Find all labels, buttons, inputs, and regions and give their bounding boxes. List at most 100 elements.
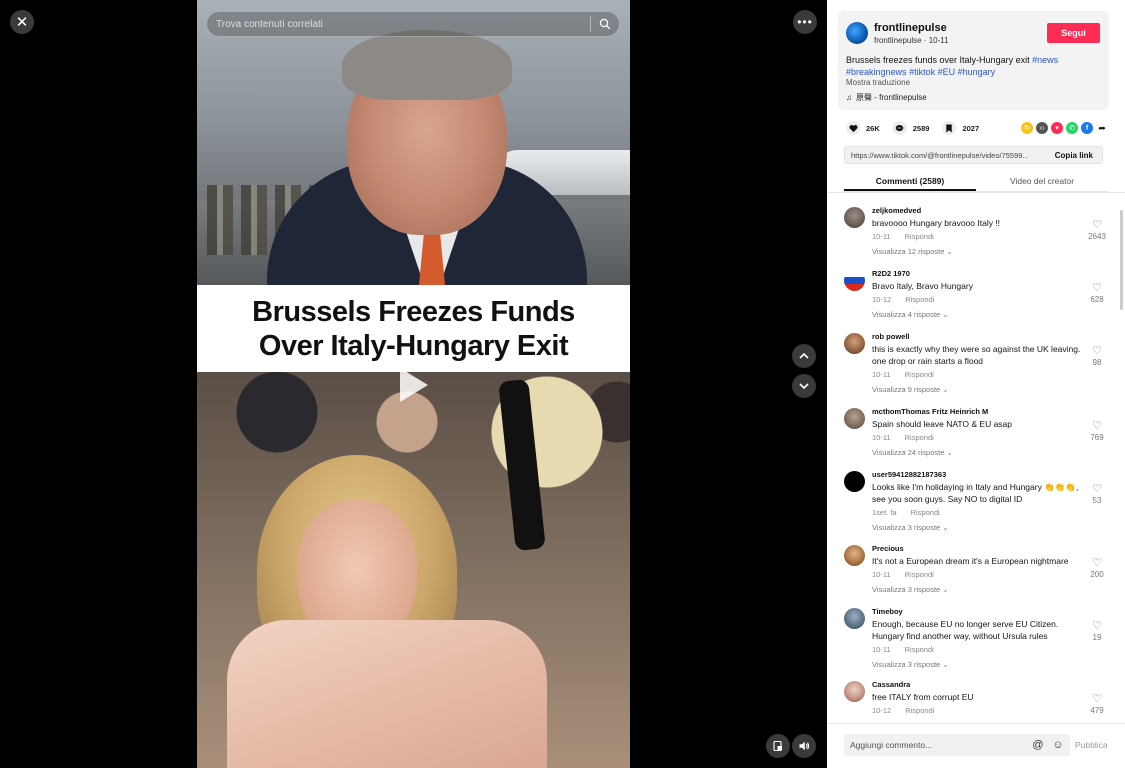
comment-like-button[interactable]: ♡ 628 xyxy=(1084,283,1110,305)
commenter-avatar[interactable] xyxy=(844,207,865,228)
comment-like-button[interactable]: ♡ 19 xyxy=(1084,620,1110,643)
repost-icon[interactable]: ↻ xyxy=(1021,122,1033,134)
comment-text: this is exactly why they were so against… xyxy=(872,344,1081,366)
emoji-icon[interactable]: ☺ xyxy=(1050,737,1066,753)
comment-username[interactable]: Precious xyxy=(872,544,904,553)
comment-like-button[interactable]: ♡ 200 xyxy=(1084,558,1110,580)
commenter-avatar[interactable] xyxy=(844,471,865,492)
reply-link[interactable]: Rispondi xyxy=(905,232,934,241)
next-video-button[interactable] xyxy=(792,374,816,398)
reply-link[interactable]: Rispondi xyxy=(905,370,934,379)
comment-input-box: @ ☺ xyxy=(844,734,1070,756)
comment-meta: 10-11 Rispondi xyxy=(872,370,948,379)
comment-meta: 10-12 Rispondi xyxy=(872,706,948,715)
commenter-avatar[interactable] xyxy=(844,608,865,629)
hashtag-link[interactable]: #EU xyxy=(938,67,956,77)
comment-date: 10-11 xyxy=(872,433,891,442)
comment-meta: 10-11 Rispondi xyxy=(872,433,948,442)
share-link-text[interactable]: https://www.tiktok.com/@frontlinepulse/v… xyxy=(845,151,1046,160)
comment-username[interactable]: Timeboy xyxy=(872,607,903,616)
heart-outline-icon: ♡ xyxy=(1092,420,1102,432)
video-player[interactable]: Brussels Freezes Funds Over Italy-Hungar… xyxy=(197,0,630,768)
tab-creator-videos[interactable]: Video del creator xyxy=(976,171,1108,191)
commenter-avatar[interactable] xyxy=(844,270,865,291)
comment-username[interactable]: Cassandra xyxy=(872,680,910,689)
reply-link[interactable]: Rispondi xyxy=(905,433,934,442)
author-avatar[interactable] xyxy=(846,22,868,44)
hashtag-link[interactable]: #tiktok xyxy=(909,67,935,77)
reply-link[interactable]: Rispondi xyxy=(905,570,934,579)
reply-link[interactable]: Rispondi xyxy=(905,706,934,715)
commenter-avatar[interactable] xyxy=(844,333,865,354)
related-search-input[interactable] xyxy=(207,18,590,30)
close-icon[interactable]: ✕ xyxy=(10,10,34,34)
whatsapp-icon[interactable]: ✆ xyxy=(1066,122,1078,134)
comments-scrollbar[interactable] xyxy=(1120,210,1123,310)
comment-date: 10-12 xyxy=(872,706,892,715)
previous-video-button[interactable] xyxy=(792,344,816,368)
share-arrow-icon[interactable]: ➦ xyxy=(1096,122,1108,134)
reply-link[interactable]: Rispondi xyxy=(905,645,934,654)
comment-meta: 10-11 Rispondi xyxy=(872,232,948,241)
video-headline: Brussels Freezes Funds Over Italy-Hungar… xyxy=(197,285,630,372)
comment-username[interactable]: user59412882187363 xyxy=(872,470,946,479)
heart-outline-icon: ♡ xyxy=(1092,620,1102,632)
hashtag-link[interactable]: #news xyxy=(1032,55,1058,65)
save-action[interactable]: 2027 xyxy=(942,121,979,135)
search-icon[interactable] xyxy=(591,12,619,36)
comment-username[interactable]: zeljkomedved xyxy=(872,206,921,215)
hashtag-link[interactable]: #hungary xyxy=(958,67,996,77)
floating-player-button[interactable] xyxy=(766,734,790,758)
tab-comments[interactable]: Commenti (2589) xyxy=(844,171,976,191)
comment-action[interactable]: 2589 xyxy=(892,121,930,135)
comment-input[interactable] xyxy=(844,740,1030,750)
embed-icon[interactable]: ‹› xyxy=(1036,122,1048,134)
mention-icon[interactable]: @ xyxy=(1030,737,1046,753)
view-replies-label: Visualizza 24 risposte xyxy=(872,448,945,457)
view-replies-link[interactable]: Visualizza 9 risposte ⌄ xyxy=(872,385,949,394)
view-replies-link[interactable]: Visualizza 24 risposte ⌄ xyxy=(872,448,953,457)
view-replies-link[interactable]: Visualizza 12 risposte ⌄ xyxy=(872,247,953,256)
reply-link[interactable]: Rispondi xyxy=(905,295,934,304)
commenter-avatar[interactable] xyxy=(844,408,865,429)
man-hair xyxy=(342,30,512,100)
more-options-icon[interactable]: ••• xyxy=(793,10,817,34)
volume-icon xyxy=(799,741,810,751)
play-icon[interactable] xyxy=(400,368,428,402)
post-caption: Brussels freezes funds over Italy-Hungar… xyxy=(846,54,1101,78)
follow-button[interactable]: Segui xyxy=(1047,23,1100,43)
publish-button[interactable]: Pubblica xyxy=(1075,740,1108,750)
comment-count: 2589 xyxy=(912,123,930,133)
chevron-down-icon: ⌄ xyxy=(942,523,949,532)
commenter-avatar[interactable] xyxy=(844,681,865,702)
send-icon[interactable]: ▾ xyxy=(1051,122,1063,134)
facebook-icon[interactable]: f xyxy=(1081,122,1093,134)
hashtag-link[interactable]: #breakingnews xyxy=(846,67,907,77)
comment-like-button[interactable]: ♡ 98 xyxy=(1084,346,1110,368)
like-action[interactable]: 26K xyxy=(846,121,880,135)
reply-link[interactable]: Rispondi xyxy=(911,508,940,517)
show-translation-link[interactable]: Mostra traduzione xyxy=(846,78,910,87)
commenter-avatar[interactable] xyxy=(844,545,865,566)
view-replies-link[interactable]: Visualizza 3 risposte ⌄ xyxy=(872,660,949,669)
view-replies-link[interactable]: Visualizza 3 risposte ⌄ xyxy=(872,523,949,532)
chevron-down-icon: ⌄ xyxy=(946,448,953,457)
comment-username[interactable]: mcthomThomas Fritz Heinrich M xyxy=(872,407,988,416)
view-replies-label: Visualizza 9 risposte xyxy=(872,385,941,394)
view-replies-link[interactable]: Visualizza 4 risposte ⌄ xyxy=(872,310,949,319)
view-replies-link[interactable]: Visualizza 3 risposte ⌄ xyxy=(872,585,949,594)
comment-username[interactable]: rob powell xyxy=(872,332,910,341)
copy-link-button[interactable]: Copia link xyxy=(1046,151,1102,160)
comment-like-button[interactable]: ♡ 53 xyxy=(1084,484,1110,506)
view-replies-label: Visualizza 3 risposte xyxy=(872,660,941,669)
comment-date: 1set. fa xyxy=(872,508,897,517)
volume-button[interactable] xyxy=(792,734,816,758)
music-link[interactable]: ♫ 原聲 - frontlinepulse xyxy=(846,92,927,103)
comment-list: zeljkomedved bravoooo Hungary bravooo It… xyxy=(827,196,1125,724)
comment-username[interactable]: R2D2 1970 xyxy=(872,269,910,278)
author-name[interactable]: frontlinepulse xyxy=(874,22,947,34)
comment-like-button[interactable]: ♡ 479 xyxy=(1084,694,1110,716)
comment-like-button[interactable]: ♡ 2643 xyxy=(1084,220,1110,242)
comment-text: Enough, because EU no longer serve EU Ci… xyxy=(872,619,1059,641)
comment-like-button[interactable]: ♡ 769 xyxy=(1084,420,1110,443)
